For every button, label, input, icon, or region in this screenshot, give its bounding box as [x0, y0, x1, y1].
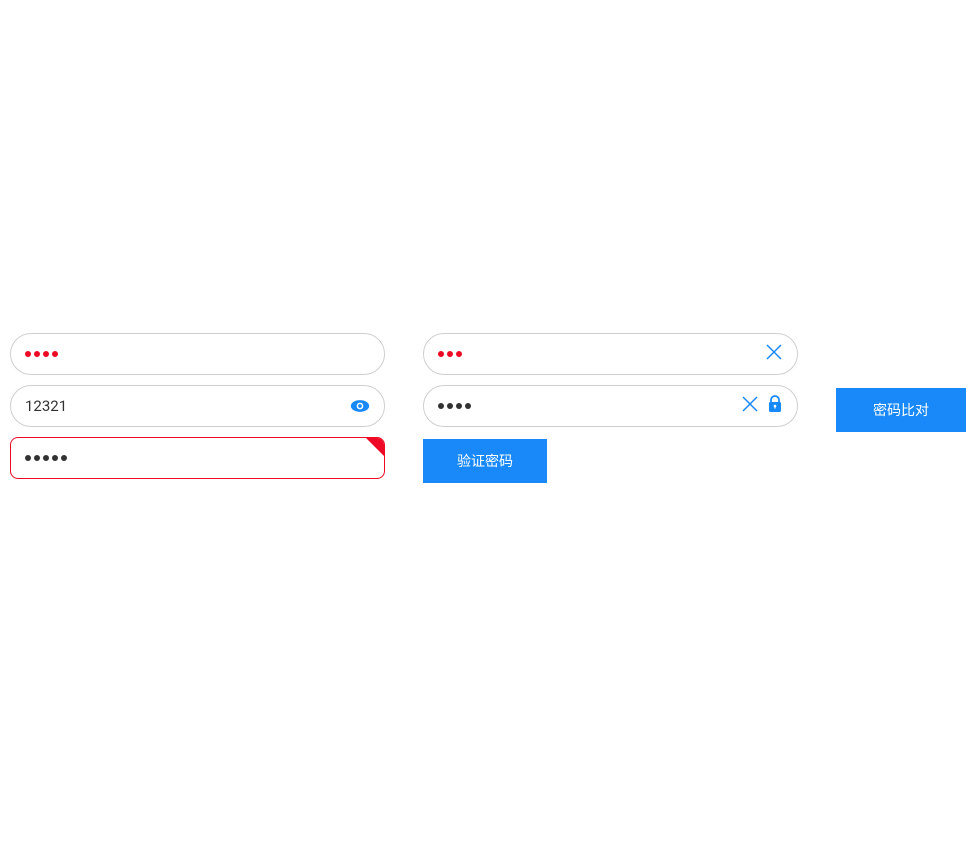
- password-input-4[interactable]: [423, 385, 798, 427]
- password-value: 12321: [25, 397, 67, 415]
- password-dots: [438, 403, 471, 409]
- password-input-1[interactable]: [10, 333, 385, 375]
- verify-button[interactable]: 验证密码: [423, 439, 547, 483]
- lock-icon: [767, 395, 783, 417]
- clear-icon[interactable]: [741, 395, 759, 417]
- left-column: 12321: [10, 333, 385, 479]
- password-dots: [25, 455, 67, 461]
- password-input-visible[interactable]: 12321: [10, 385, 385, 427]
- password-dots: [25, 351, 58, 357]
- eye-icon[interactable]: [350, 399, 370, 413]
- right-column: 验证密码: [423, 333, 798, 483]
- password-input-danger[interactable]: [10, 437, 385, 479]
- password-dots: [438, 351, 462, 357]
- password-input-3[interactable]: [423, 333, 798, 375]
- compare-button[interactable]: 密码比对: [836, 388, 966, 432]
- clear-icon[interactable]: [765, 343, 783, 365]
- danger-mark-icon: [366, 438, 384, 456]
